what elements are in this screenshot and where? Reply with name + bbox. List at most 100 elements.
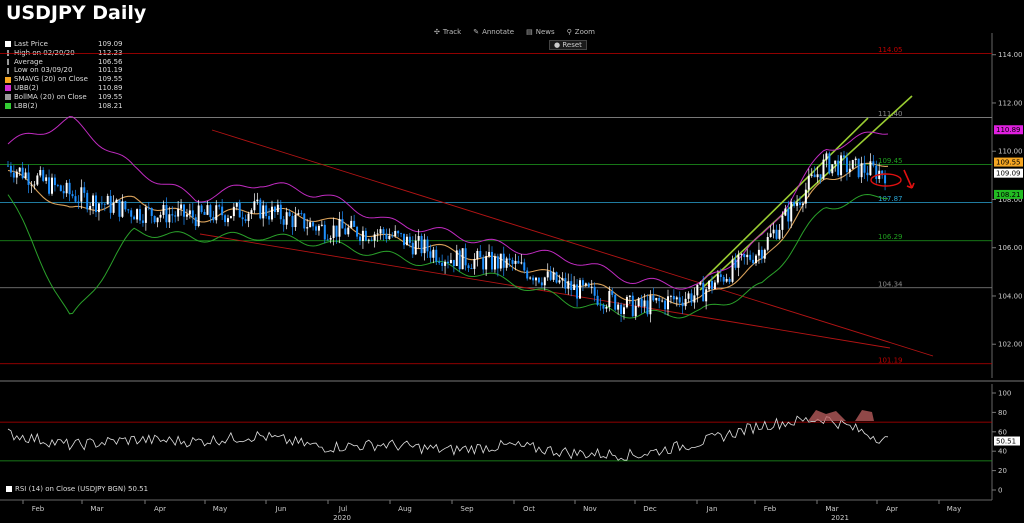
candle-body: [391, 235, 394, 237]
candle-body: [863, 163, 866, 173]
candle-body: [83, 187, 86, 193]
candle-body: [420, 235, 423, 254]
candle-body: [831, 164, 834, 174]
candle-body: [80, 187, 83, 202]
candle-body: [757, 249, 760, 256]
candle-body: [801, 203, 804, 205]
candle-body: [48, 177, 51, 194]
candle-body: [221, 206, 224, 216]
candle-body: [488, 251, 491, 257]
channel-upper-trendline: [211, 129, 934, 357]
candle-body: [722, 277, 725, 282]
candle-body: [341, 218, 344, 229]
price-tick-label: 114.00: [998, 51, 1023, 59]
price-tag: [994, 157, 1023, 167]
candle-body: [511, 260, 514, 264]
candle-body: [699, 282, 702, 285]
candle-body: [53, 177, 56, 186]
candle-body: [555, 272, 558, 283]
candle-body: [845, 157, 848, 173]
candle-body: [33, 184, 36, 186]
candle-body: [447, 261, 449, 264]
news-button[interactable]: ▤ News: [526, 28, 555, 36]
legend-marker: [7, 67, 9, 74]
candle-body: [496, 256, 499, 269]
candle-body: [464, 248, 467, 266]
candle-body: [417, 235, 420, 241]
candle-body: [634, 306, 637, 317]
candle-body: [623, 307, 625, 315]
candle-body: [361, 230, 364, 241]
candle-body: [30, 184, 33, 186]
legend-marker: [7, 50, 9, 57]
candle-body: [118, 199, 121, 217]
month-label: Sep: [460, 505, 474, 513]
down-arrow-icon: [903, 169, 915, 189]
zoom-button[interactable]: ⚲ Zoom: [567, 28, 595, 36]
candle-body: [672, 295, 675, 300]
candle-body: [232, 206, 235, 217]
price-tag-label: 109.55: [996, 159, 1021, 167]
annotate-button[interactable]: ✎ Annotate: [473, 28, 514, 36]
candle-body: [379, 229, 382, 234]
candle-body: [133, 216, 136, 220]
annotate-icon: ✎: [473, 28, 480, 36]
candle-body: [153, 215, 156, 223]
candle-body: [869, 161, 872, 176]
candle-body: [238, 203, 241, 218]
track-icon: ✣: [434, 28, 440, 36]
track-button[interactable]: ✣ Track: [434, 28, 461, 36]
candle-body: [793, 201, 796, 206]
candle-body: [24, 172, 27, 179]
candle-body: [332, 225, 335, 239]
reset-button[interactable]: ● Reset: [549, 40, 587, 50]
candle-body: [452, 259, 455, 266]
candle-body: [822, 159, 825, 179]
candle-body: [537, 277, 540, 283]
candle-body: [370, 239, 373, 241]
candle-body: [532, 277, 535, 281]
sma-line: [7, 162, 889, 305]
candle-body: [373, 234, 376, 241]
candle-body: [227, 218, 229, 223]
candle-body: [617, 304, 620, 310]
candle-body: [414, 240, 417, 255]
candle-body: [558, 280, 561, 283]
trendlines: [199, 95, 934, 357]
candle-body: [796, 202, 799, 206]
price-tick-label: 106.00: [998, 244, 1023, 252]
month-label: Jun: [275, 505, 287, 513]
candle-body: [15, 171, 18, 178]
candle-body: [799, 202, 801, 205]
candle-body: [215, 205, 218, 221]
candle-body: [520, 262, 523, 264]
candle-body: [229, 216, 232, 219]
candle-body: [344, 228, 347, 235]
candle-body: [397, 231, 400, 234]
rsi-tick-label: 20: [998, 467, 1007, 475]
price-chart[interactable]: 114.05 111.40 109.45 107.87 106.29 104.34 101.…: [0, 0, 1024, 523]
legend-item-high: High on 02/20/20 112.23: [5, 49, 123, 58]
candle-body: [711, 280, 713, 289]
candle-body: [669, 295, 672, 297]
candle-body: [168, 214, 171, 223]
candle-body: [42, 170, 45, 181]
candle-body: [309, 222, 312, 228]
candle-body: [734, 259, 737, 268]
rsi-tick-label: 60: [998, 428, 1007, 436]
candle-body: [86, 192, 89, 210]
price-axis: 114.00 112.00 110.00 108.00 106.00 104.00 102.…: [992, 51, 1023, 349]
candle-body: [136, 209, 139, 220]
candle-body: [485, 256, 488, 270]
rsi-panel: 100 80 60 40 20 0 50.51: [0, 390, 1020, 495]
month-label: Aug: [398, 505, 412, 513]
candle-body: [347, 227, 350, 235]
month-label: Oct: [523, 505, 535, 513]
candle-body: [12, 172, 15, 178]
candle-body: [740, 253, 743, 255]
candle-body: [429, 251, 432, 258]
candle-body: [127, 209, 130, 211]
candle-body: [253, 201, 256, 211]
candle-body: [816, 174, 819, 178]
candle-body: [59, 185, 62, 192]
